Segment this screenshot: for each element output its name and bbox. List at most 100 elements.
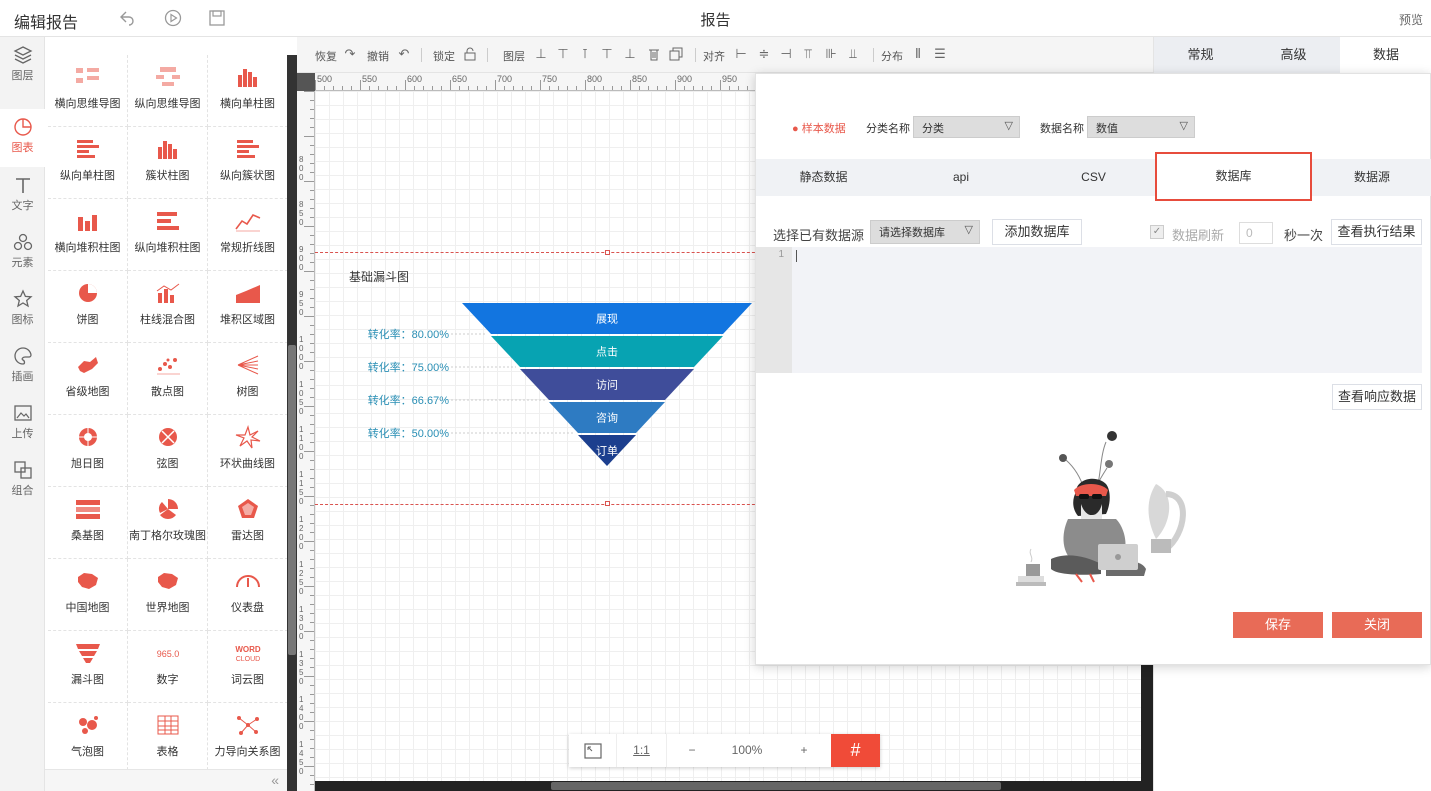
layer-top-icon[interactable]: ⊤ <box>556 47 570 61</box>
zoom-in-button[interactable]: + <box>777 734 831 767</box>
view-response-button[interactable]: 查看响应数据 <box>1332 384 1422 410</box>
close-button[interactable]: 关闭 <box>1332 612 1422 638</box>
chart-type-bar-h[interactable]: 横向单柱图 <box>208 55 287 127</box>
tab-static-data[interactable]: 静态数据 <box>756 159 891 196</box>
cluster-bar-v-icon <box>208 137 287 161</box>
lock-icon[interactable] <box>463 47 477 61</box>
chart-type-world-map[interactable]: 世界地图 <box>128 559 208 631</box>
tab-api[interactable]: api <box>891 159 1031 196</box>
chart-type-force-graph[interactable]: 力导向关系图 <box>208 703 287 775</box>
sidebar-item-upload[interactable]: 上传 <box>0 395 45 451</box>
save-icon[interactable] <box>208 9 226 27</box>
back-icon[interactable] <box>118 9 136 27</box>
chart-type-table[interactable]: 表格 <box>128 703 208 775</box>
tab-general[interactable]: 常规 <box>1154 37 1247 73</box>
tab-datasource[interactable]: 数据源 <box>1312 159 1431 196</box>
chart-type-stacked-bar-h[interactable]: 横向堆积柱图 <box>48 199 128 271</box>
copy-icon[interactable] <box>669 47 683 61</box>
sidebar-item-text[interactable]: 文字 <box>0 167 45 223</box>
view-exec-result-button[interactable]: 查看执行结果 <box>1331 219 1422 245</box>
sidebar-item-charts[interactable]: 图表 <box>0 109 45 167</box>
funnel-chart-widget[interactable]: 基础漏斗图 展现 点击 访问 咨询 订单 转化率：80.00% 转化率：75.00% 转化率：… <box>315 250 775 506</box>
distribute-v-icon[interactable]: ☰ <box>933 47 947 61</box>
chart-type-china-map[interactable]: 中国地图 <box>48 559 128 631</box>
layer-bottom-icon[interactable]: ⊤ <box>600 47 614 61</box>
chart-type-tree[interactable]: 树图 <box>208 343 287 415</box>
chart-type-bar-line[interactable]: 柱线混合图 <box>128 271 208 343</box>
actual-size-button[interactable]: 1:1 <box>617 734 667 767</box>
ruler-tick-label: 1450 <box>299 740 304 776</box>
database-select[interactable]: 请选择数据库 ▽ <box>870 220 980 244</box>
fit-screen-button[interactable] <box>569 734 617 767</box>
undo-icon[interactable]: ↶ <box>397 47 411 61</box>
sidebar-item-icons[interactable]: 图标 <box>0 281 45 337</box>
align-left-icon[interactable]: ⊢ <box>734 47 748 61</box>
tab-advanced[interactable]: 高级 <box>1247 37 1340 73</box>
refresh-checkbox[interactable]: ✓ <box>1150 225 1164 239</box>
layer-bottom2-icon[interactable]: ⊥ <box>623 47 637 61</box>
chart-type-pie[interactable]: 饼图 <box>48 271 128 343</box>
tab-database[interactable]: 数据库 <box>1155 152 1312 201</box>
chart-type-ring-curve[interactable]: 环状曲线图 <box>208 415 287 487</box>
collapse-icon[interactable]: « <box>271 772 279 788</box>
distribute-h-icon[interactable]: ⫴ <box>911 47 925 61</box>
category-name-value: 分类 <box>922 123 944 135</box>
preview-link[interactable]: 预览 <box>1399 11 1423 28</box>
chart-type-nightingale-rose[interactable]: 南丁格尔玫瑰图 <box>128 487 208 559</box>
chart-type-province-map[interactable]: 省级地图 <box>48 343 128 415</box>
sidebar-item-layers[interactable]: 图层 <box>0 37 45 93</box>
tab-csv[interactable]: CSV <box>1031 159 1156 196</box>
chart-type-bar-v[interactable]: 纵向单柱图 <box>48 127 128 199</box>
chart-type-gauge[interactable]: 仪表盘 <box>208 559 287 631</box>
chart-type-cluster-bar[interactable]: 簇状柱图 <box>128 127 208 199</box>
chart-type-sankey[interactable]: 桑基图 <box>48 487 128 559</box>
scrollbar-thumb[interactable] <box>288 345 296 655</box>
chart-type-wordcloud[interactable]: WORD CLOUD 词云图 <box>208 631 287 703</box>
tab-data[interactable]: 数据 <box>1340 37 1431 73</box>
redo-icon[interactable]: ↷ <box>343 47 357 61</box>
ruler-tick-label: 1100 <box>299 425 304 461</box>
chart-type-cluster-bar-v[interactable]: 纵向簇状图 <box>208 127 287 199</box>
chart-type-mindmap-v[interactable]: 纵向思维导图 <box>128 55 208 127</box>
text-caret <box>796 250 797 262</box>
canvas-hscrollbar[interactable] <box>315 781 1153 791</box>
chart-type-line-chart[interactable]: 常规折线图 <box>208 199 287 271</box>
grid-toggle-button[interactable]: # <box>831 734 880 767</box>
delete-icon[interactable] <box>647 47 661 61</box>
category-name-select[interactable]: 分类 ▽ <box>913 116 1020 138</box>
chart-type-number[interactable]: 965.0 数字 <box>128 631 208 703</box>
align-bottom-icon[interactable]: ⫫ <box>846 47 860 61</box>
chart-type-chord[interactable]: 弦图 <box>128 415 208 487</box>
chart-type-mindmap-h[interactable]: 横向思维导图 <box>48 55 128 127</box>
add-database-button[interactable]: 添加数据库 <box>992 219 1082 245</box>
lock-button[interactable]: 锁定 <box>433 48 455 64</box>
scrollbar-thumb[interactable] <box>551 782 1001 790</box>
chart-type-stacked-bar-v[interactable]: 纵向堆积柱图 <box>128 199 208 271</box>
sidebar-item-elements[interactable]: 元素 <box>0 224 45 280</box>
palette-scrollbar[interactable] <box>287 55 297 791</box>
align-center-icon[interactable]: ≑ <box>757 47 771 61</box>
refresh-interval-input[interactable]: 0 <box>1239 222 1273 244</box>
chart-type-stacked-area[interactable]: 堆积区域图 <box>208 271 287 343</box>
top-bar: 编辑报告 报告 预览 <box>0 0 1431 37</box>
sidebar-item-illustrations[interactable]: 插画 <box>0 338 45 394</box>
chart-type-scatter[interactable]: 散点图 <box>128 343 208 415</box>
undo-button[interactable]: 撤销 <box>367 48 389 64</box>
layer-down-icon[interactable]: ⊺ <box>578 47 592 61</box>
align-middle-icon[interactable]: ⊪ <box>824 47 838 61</box>
chart-type-bubble[interactable]: 气泡图 <box>48 703 128 775</box>
layer-up-icon[interactable]: ⊥ <box>534 47 548 61</box>
ruler-tick-label: 500 <box>317 74 333 84</box>
play-icon[interactable] <box>164 9 182 27</box>
align-top-icon[interactable]: ⫪ <box>801 47 815 61</box>
sql-editor[interactable]: 1 <box>756 247 1422 373</box>
align-right-icon[interactable]: ⊣ <box>779 47 793 61</box>
zoom-out-button[interactable]: − <box>667 734 717 767</box>
value-name-select[interactable]: 数值 ▽ <box>1087 116 1195 138</box>
chart-type-funnel[interactable]: 漏斗图 <box>48 631 128 703</box>
chart-type-radar[interactable]: 雷达图 <box>208 487 287 559</box>
sidebar-item-group[interactable]: 组合 <box>0 452 45 508</box>
chart-type-sunburst[interactable]: 旭日图 <box>48 415 128 487</box>
restore-button[interactable]: 恢复 <box>315 48 337 64</box>
save-button[interactable]: 保存 <box>1233 612 1323 638</box>
